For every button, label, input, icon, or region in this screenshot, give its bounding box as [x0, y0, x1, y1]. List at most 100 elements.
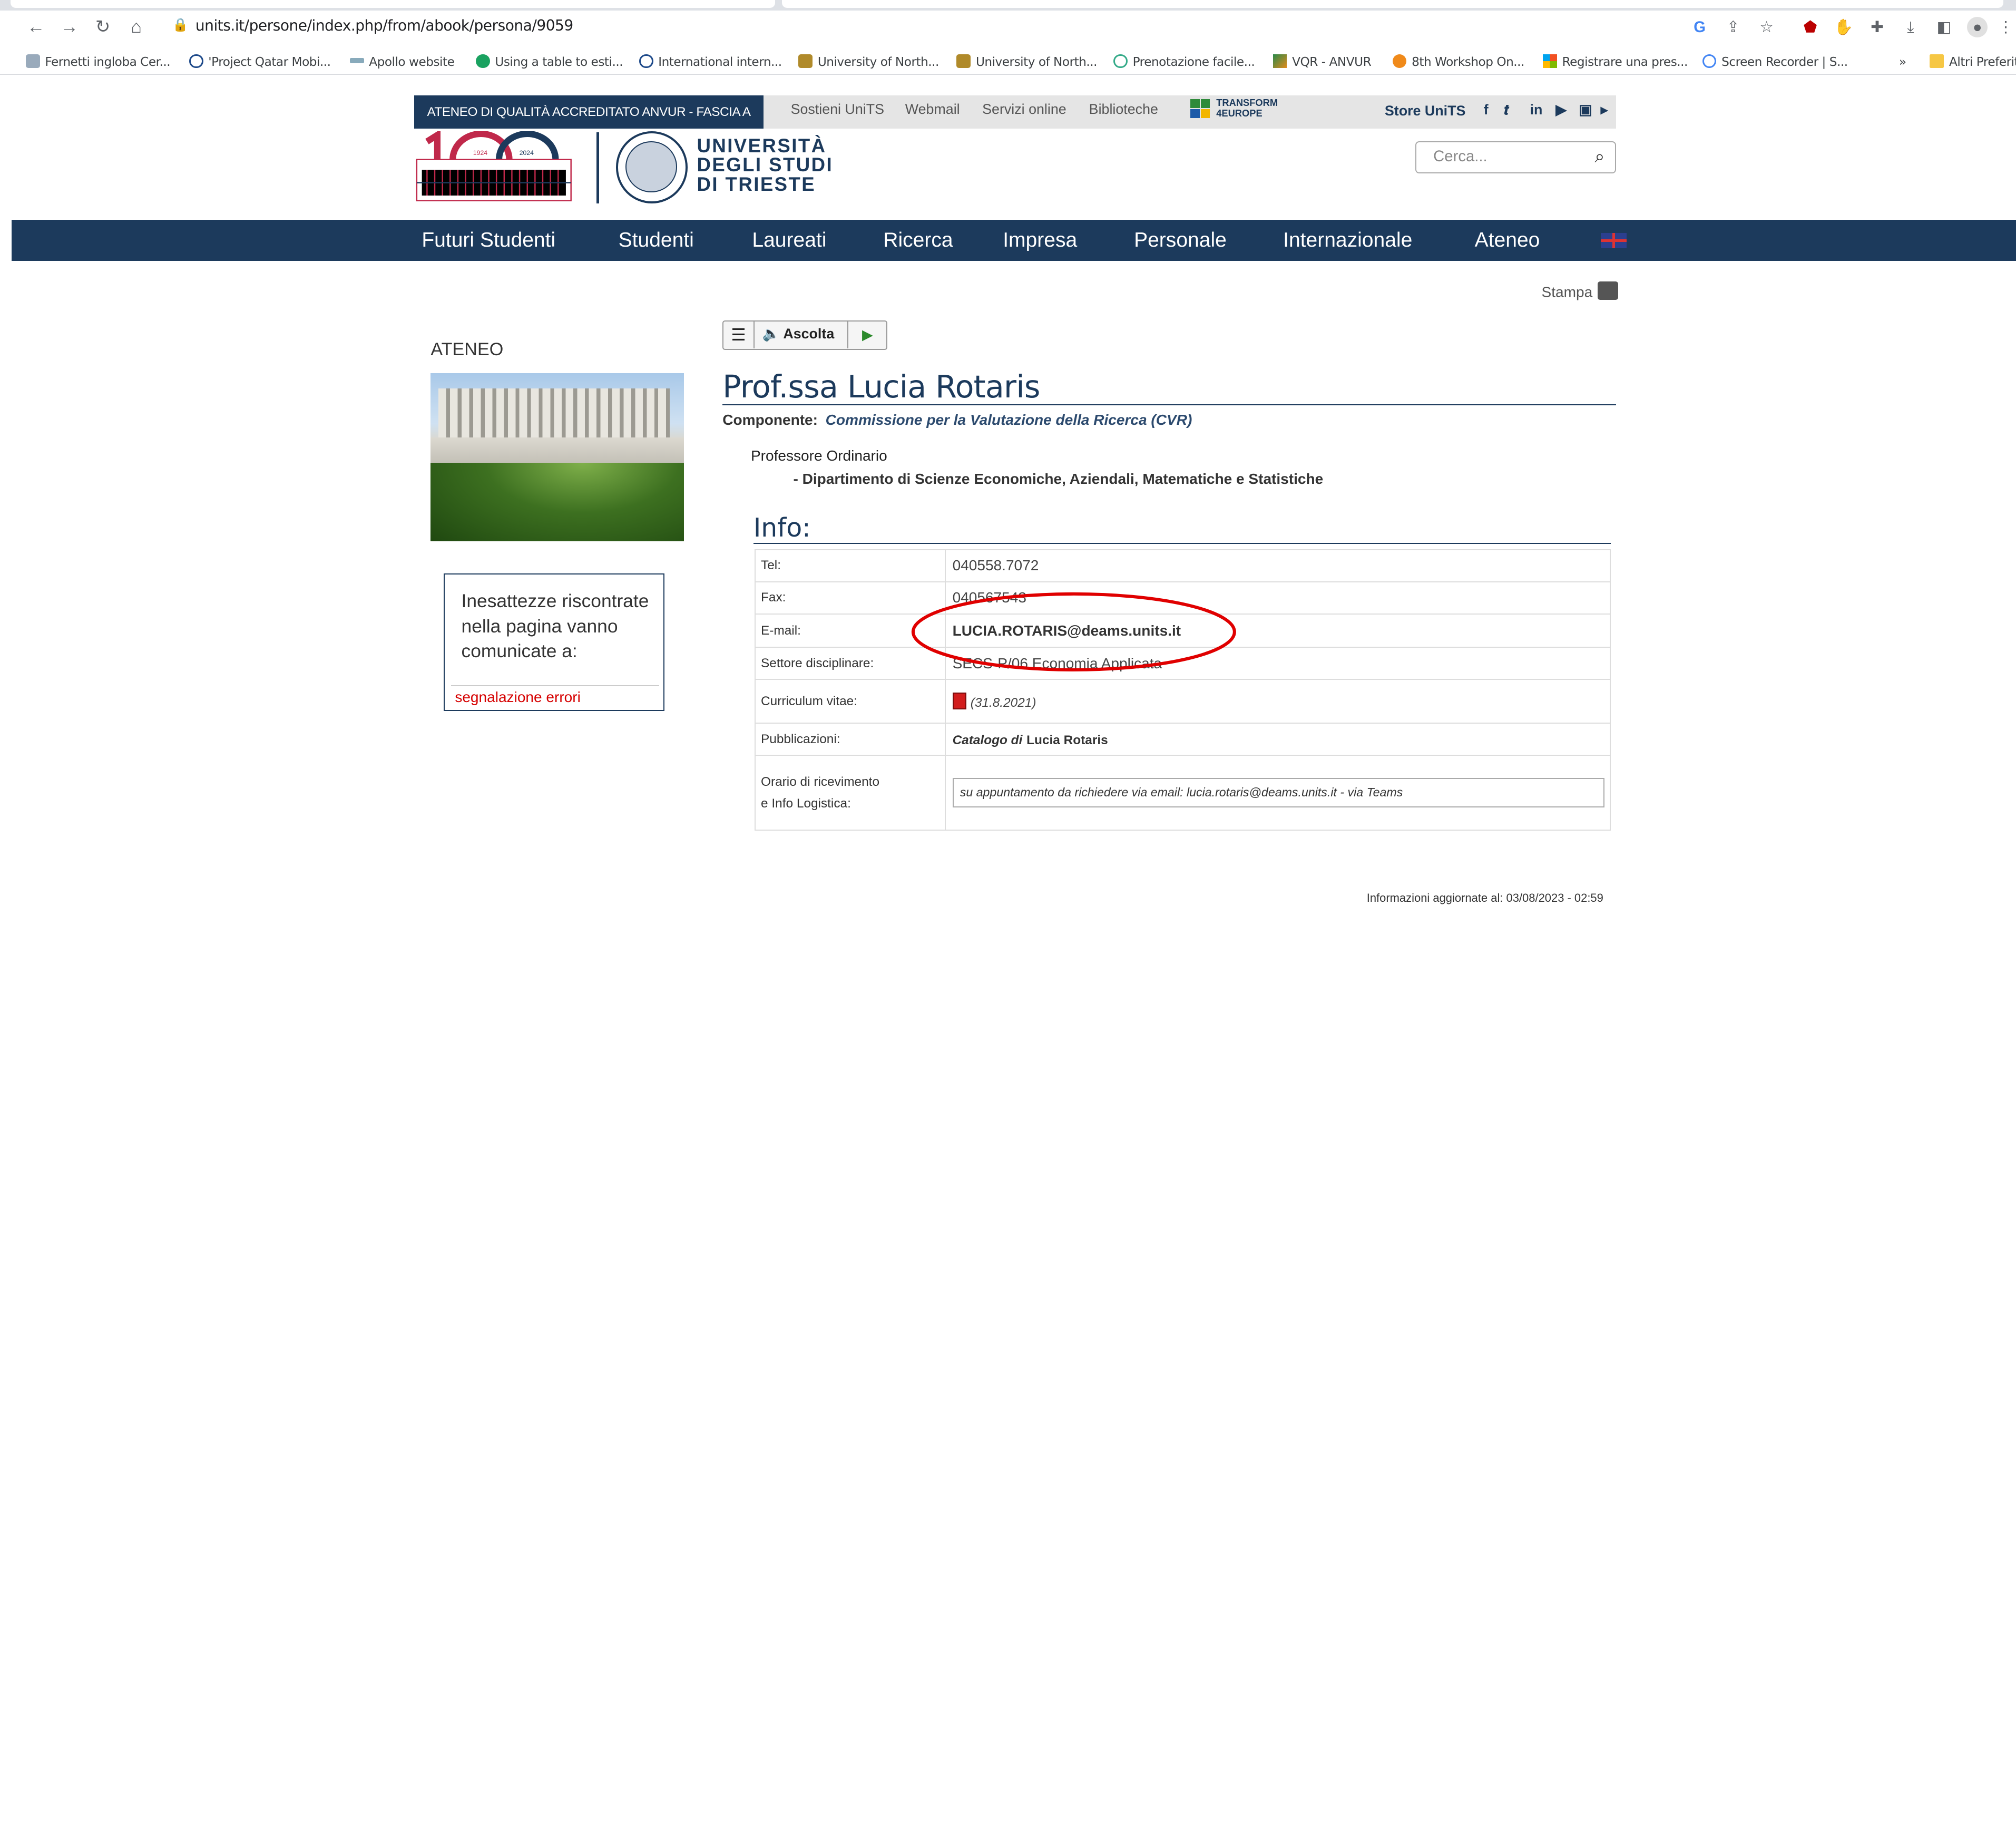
browser-tab[interactable]	[781, 0, 2003, 8]
bookmark-item[interactable]: International intern...	[639, 52, 782, 72]
english-flag-icon[interactable]	[1600, 232, 1627, 248]
annotation-ellipse-shape	[911, 592, 1236, 672]
campus-photo	[430, 373, 684, 542]
share-icon[interactable]: ⇪	[1723, 17, 1744, 37]
nav-studenti[interactable]: Studenti	[619, 229, 694, 252]
profile-icon[interactable]: ●	[1967, 16, 1988, 37]
youtube-icon[interactable]: ▶	[1555, 102, 1567, 118]
nav-ateneo[interactable]: Ateneo	[1475, 229, 1540, 252]
search-icon[interactable]: ⌕	[1594, 147, 1604, 167]
twitter-icon[interactable]: 𝒕	[1504, 102, 1509, 119]
bookmark-item[interactable]: Registrare una pres...	[1543, 52, 1688, 72]
browser-toolbar: ← → ↻ ⌂ 🔒 units.it/persone/index.php/fro…	[0, 10, 2016, 44]
component-label: Componente:	[722, 411, 818, 428]
shield-icon	[798, 54, 813, 69]
logo-year-start: 1924	[473, 149, 488, 157]
address-bar[interactable]: 🔒 units.it/persone/index.php/from/abook/…	[162, 13, 1679, 42]
bookmark-star-icon[interactable]: ☆	[1756, 17, 1777, 37]
site-icon	[1113, 54, 1128, 69]
nav-laureati[interactable]: Laureati	[752, 229, 826, 252]
forward-icon[interactable]: →	[56, 14, 82, 40]
hours-label: Orario di ricevimento e Info Logistica:	[755, 755, 946, 831]
info-heading: Info:	[753, 512, 1611, 544]
bookmark-item[interactable]: Fernetti ingloba Cer...	[25, 52, 171, 72]
site-icon	[349, 57, 364, 63]
error-report-box: Inesattezze riscontrate nella pagina van…	[443, 573, 665, 712]
component-link[interactable]: Commissione per la Valutazione della Ric…	[826, 412, 1192, 428]
centenary-logo[interactable]: 1924 2024	[414, 129, 575, 206]
page-background	[0, 261, 399, 916]
linkedin-icon[interactable]: in	[1530, 102, 1543, 118]
last-updated: Informazioni aggiornate al: 03/08/2023 -…	[1366, 891, 1603, 904]
download-icon[interactable]: ⤓	[1900, 17, 1921, 37]
more-bookmarks-button[interactable]: »	[1899, 52, 1906, 72]
logo-divider	[596, 132, 600, 203]
nav-ricerca[interactable]: Ricerca	[883, 229, 953, 252]
facebook-icon[interactable]: f	[1484, 102, 1489, 118]
bookmark-item[interactable]: 8th Workshop On...	[1392, 52, 1524, 72]
wordpress-icon	[639, 54, 653, 69]
cv-date: (31.8.2021)	[970, 695, 1036, 710]
site-icon	[1392, 54, 1407, 69]
table-row: Orario di ricevimento e Info Logistica: s…	[755, 755, 1611, 831]
nav-internazionale[interactable]: Internazionale	[1283, 229, 1412, 252]
anvur-icon	[1273, 54, 1287, 69]
bookmark-item[interactable]: Screen Recorder | S...	[1702, 52, 1848, 72]
bookmark-item[interactable]: Using a table to esti...	[475, 52, 623, 72]
nav-personale[interactable]: Personale	[1134, 229, 1227, 252]
page-title: Prof.ssa Lucia Rotaris	[722, 369, 1617, 405]
link-servizi-online[interactable]: Servizi online	[982, 95, 1066, 129]
table-row: Curriculum vitae: (31.8.2021)	[755, 679, 1611, 724]
publications-link[interactable]: Catalogo di Lucia Rotaris	[945, 723, 1611, 756]
record-icon	[1702, 54, 1717, 69]
link-biblioteche[interactable]: Biblioteche	[1089, 95, 1158, 129]
url-text: units.it/persone/index.php/from/abook/pe…	[195, 16, 573, 34]
transform4europe-logo[interactable]	[1190, 99, 1211, 120]
read-aloud-player: ☰ 🔈 Ascolta ▶	[722, 320, 887, 350]
bookmark-item[interactable]: University of North...	[798, 52, 939, 72]
browser-tab-strip	[0, 0, 2016, 11]
link-sostieni[interactable]: Sostieni UniTS	[791, 95, 884, 129]
menu-icon[interactable]: ☰	[723, 321, 755, 348]
back-icon[interactable]: ←	[23, 14, 49, 40]
nav-futuri-studenti[interactable]: Futuri Studenti	[422, 229, 555, 252]
university-name[interactable]: UNIVERSITÀ DEGLI STUDI DI TRIESTE	[697, 136, 833, 194]
bookmark-item[interactable]: Prenotazione facile...	[1113, 52, 1255, 72]
speaker-icon: 🔈	[762, 325, 780, 342]
extensions-puzzle-icon[interactable]: ✚	[1867, 17, 1887, 37]
bookmark-item[interactable]: 'Project Qatar Mobi...	[189, 52, 331, 72]
shield-icon	[956, 54, 971, 69]
rss-icon[interactable]: ▸	[1601, 102, 1608, 118]
store-link[interactable]: Store UniTS	[1385, 95, 1466, 129]
screenshot-root: ← → ↻ ⌂ 🔒 units.it/persone/index.php/fro…	[0, 0, 2016, 916]
link-webmail[interactable]: Webmail	[905, 95, 960, 129]
lock-icon: 🔒	[172, 17, 189, 32]
home-icon[interactable]: ⌂	[123, 14, 149, 40]
bookmark-item[interactable]: University of North...	[956, 52, 1098, 72]
ublock-icon[interactable]: ⬟	[1800, 17, 1821, 37]
bookmarks-bar: Fernetti ingloba Cer... 'Project Qatar M…	[0, 46, 2016, 75]
google-lens-icon[interactable]: G	[1689, 17, 1710, 37]
extension-hand-icon[interactable]: ✋	[1833, 17, 1854, 37]
instagram-icon[interactable]: ▣	[1579, 102, 1592, 118]
other-bookmarks-folder[interactable]: Altri Preferiti	[1930, 52, 2016, 72]
error-report-link[interactable]: segnalazione errori	[455, 689, 581, 706]
bookmark-item[interactable]: VQR - ANVUR	[1273, 52, 1372, 72]
side-panel-icon[interactable]: ◧	[1934, 17, 1954, 37]
nav-impresa[interactable]: Impresa	[1003, 229, 1077, 252]
listen-button[interactable]: 🔈 Ascolta	[762, 325, 834, 342]
play-icon[interactable]: ▶	[847, 321, 887, 348]
university-seal-logo[interactable]	[615, 131, 688, 203]
browser-tab[interactable]	[10, 0, 776, 8]
search-input[interactable]: Cerca... ⌕	[1415, 141, 1617, 174]
tel-label: Tel:	[755, 549, 946, 582]
tel-value: 040558.7072	[945, 549, 1611, 582]
pdf-icon[interactable]	[952, 692, 967, 709]
bookmark-item[interactable]: Apollo website	[349, 52, 455, 72]
main-navigation: Futuri Studenti Studenti Laureati Ricerc…	[11, 220, 2016, 261]
department: - Dipartimento di Scienze Economiche, Az…	[793, 471, 1324, 488]
menu-icon[interactable]: ⋮	[1995, 17, 2016, 37]
reload-icon[interactable]: ↻	[90, 14, 116, 40]
print-button[interactable]: Stampa	[1542, 281, 1618, 300]
check-icon	[475, 54, 490, 69]
